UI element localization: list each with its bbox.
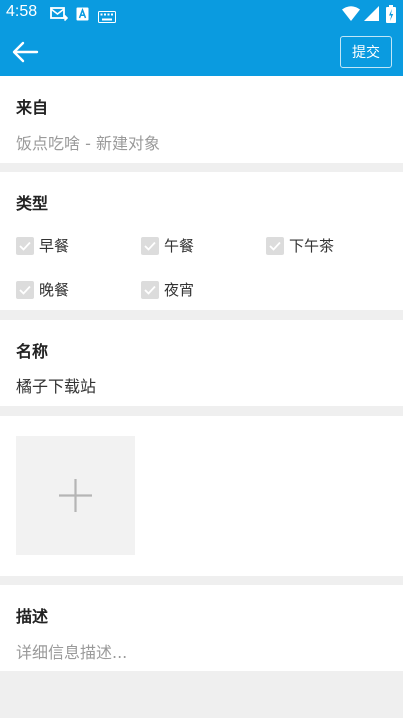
source-section: 来自 饭点吃啥 - 新建对象	[0, 76, 403, 163]
name-field[interactable]: 橘子下载站	[16, 373, 96, 397]
status-bar: 4:58	[0, 0, 403, 28]
add-image-button[interactable]	[16, 436, 135, 555]
source-label: 来自	[16, 98, 49, 117]
submit-button[interactable]: 提交	[340, 36, 392, 68]
meal-option-late-snack[interactable]: 夜宵	[141, 279, 194, 300]
arrow-left-icon	[10, 41, 42, 70]
meal-option-label: 早餐	[39, 237, 70, 255]
name-label: 名称	[16, 342, 49, 361]
meal-option-label: 下午茶	[289, 237, 335, 255]
wifi-icon	[342, 6, 360, 25]
status-time: 4:58	[6, 3, 38, 20]
plus-icon	[57, 477, 94, 518]
meal-option-label: 晚餐	[39, 281, 70, 299]
meal-option-label: 午餐	[164, 237, 195, 255]
check-icon	[141, 236, 159, 255]
signal-icon	[364, 6, 379, 25]
keyboard-icon	[98, 8, 116, 27]
font-a-icon	[76, 6, 89, 25]
source-value: 饭点吃啥 - 新建对象	[16, 134, 160, 153]
meal-option-lunch[interactable]: 午餐	[141, 235, 194, 256]
description-field[interactable]: 详细信息描述...	[16, 639, 127, 663]
check-icon	[141, 280, 159, 299]
check-icon	[266, 236, 284, 255]
check-icon	[16, 236, 34, 255]
check-icon	[16, 280, 34, 299]
meal-option-breakfast[interactable]: 早餐	[16, 235, 69, 256]
meal-option-dinner[interactable]: 晚餐	[16, 279, 69, 300]
image-section	[0, 416, 403, 576]
description-label: 描述	[16, 607, 49, 626]
type-section: 类型 早餐 午餐 下午茶 晚餐 夜宵	[0, 172, 403, 310]
meal-option-afternoon-tea[interactable]: 下午茶	[266, 235, 334, 256]
description-section: 描述 详细信息描述...	[0, 585, 403, 671]
message-forward-icon	[50, 6, 69, 26]
type-label: 类型	[16, 194, 49, 213]
app-bar: 提交	[0, 28, 403, 76]
meal-option-label: 夜宵	[164, 281, 195, 299]
name-section: 名称 橘子下载站	[0, 320, 403, 406]
battery-icon	[386, 5, 396, 27]
back-button[interactable]	[10, 38, 42, 66]
